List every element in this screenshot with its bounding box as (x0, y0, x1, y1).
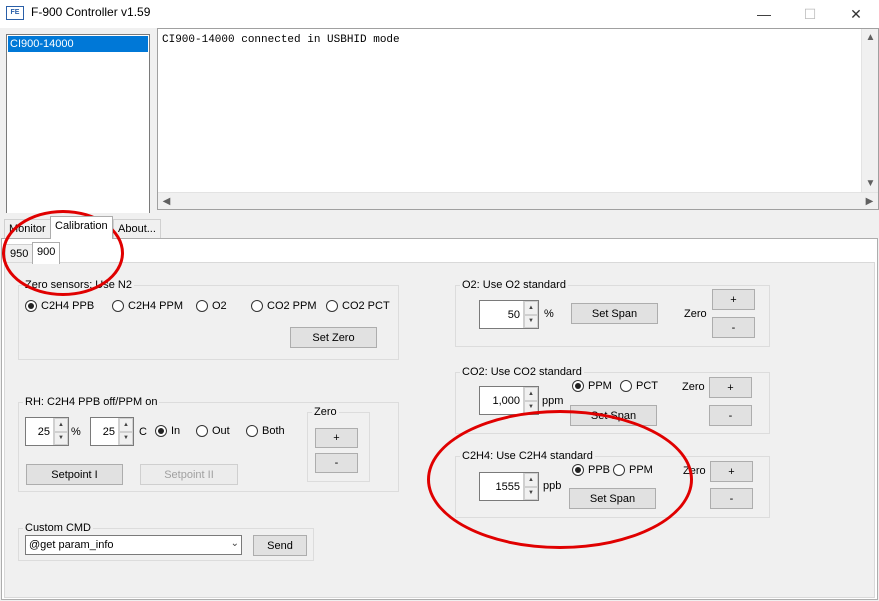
rh-zero-plus-button[interactable]: + (315, 428, 358, 448)
radio-rh-out[interactable]: Out (196, 425, 230, 437)
stepper-up-icon[interactable]: ▲ (524, 473, 538, 487)
setpoint-1-button[interactable]: Setpoint I (26, 464, 123, 485)
rh-zero-minus-button[interactable]: - (315, 453, 358, 473)
c2h4-zero-plus-button[interactable]: + (710, 461, 753, 482)
radio-co2-ppm[interactable]: CO2 PPM (251, 300, 317, 312)
o2-zero-minus-button[interactable]: - (712, 317, 755, 338)
c2h4-zero-minus-button[interactable]: - (710, 488, 753, 509)
vertical-scrollbar[interactable]: ▲ ▼ (861, 29, 878, 192)
temperature-unit: C (139, 426, 147, 438)
scroll-right-icon[interactable]: ▶ (861, 193, 878, 210)
c2h4-span-stepper[interactable]: 1555 ▲ ▼ (479, 472, 539, 501)
stepper-up-icon[interactable]: ▲ (54, 418, 68, 432)
window-title: F-900 Controller v1.59 (31, 5, 151, 19)
o2-title: O2: Use O2 standard (460, 279, 568, 291)
app-logo-icon: FE (6, 6, 24, 20)
chevron-down-icon[interactable]: ⌄ (231, 538, 239, 549)
maximize-button[interactable]: ☐ (787, 0, 833, 28)
rh-title: RH: C2H4 PPB off/PPM on (23, 396, 160, 408)
radio-o2[interactable]: O2 (196, 300, 227, 312)
scroll-up-icon[interactable]: ▲ (862, 29, 879, 46)
setpoint-2-button[interactable]: Setpoint II (140, 464, 238, 485)
send-button[interactable]: Send (253, 535, 307, 556)
subtab-950[interactable]: 950 (5, 244, 34, 264)
custom-cmd-value: @get param_info (29, 539, 114, 551)
rh-zero-title: Zero (312, 406, 339, 418)
radio-co2-pct-span[interactable]: PCT (620, 380, 658, 392)
c2h4-zero-label: Zero (683, 465, 706, 477)
minimize-button[interactable]: — (741, 0, 787, 28)
set-zero-button[interactable]: Set Zero (290, 327, 377, 348)
subtab-900[interactable]: 900 (32, 242, 61, 264)
co2-title: CO2: Use CO2 standard (460, 366, 584, 378)
custom-cmd-combobox[interactable]: @get param_info ⌄ (25, 535, 242, 555)
o2-zero-label: Zero (684, 308, 707, 320)
radio-c2h4-ppm-span[interactable]: PPM (613, 464, 653, 476)
title-bar: FE F-900 Controller v1.59 — ☐ ✕ (0, 0, 879, 28)
humidity-unit: % (71, 426, 81, 438)
stepper-up-icon[interactable]: ▲ (524, 387, 538, 401)
humidity-stepper[interactable]: 25 ▲ ▼ (25, 417, 69, 446)
scroll-down-icon[interactable]: ▼ (862, 175, 879, 192)
radio-c2h4-ppb[interactable]: C2H4 PPB (25, 300, 94, 312)
co2-zero-plus-button[interactable]: + (709, 377, 752, 398)
zero-sensors-group: Zero sensors: Use N2 (18, 279, 399, 360)
temperature-stepper[interactable]: 25 ▲ ▼ (90, 417, 134, 446)
device-list-item[interactable]: CI900-14000 (8, 36, 148, 52)
o2-unit: % (544, 308, 554, 320)
scroll-left-icon[interactable]: ◀ (158, 193, 175, 210)
zero-sensors-title: Zero sensors: Use N2 (23, 279, 134, 291)
c2h4-unit: ppb (543, 480, 562, 492)
device-list[interactable]: CI900-14000 (6, 34, 150, 214)
tab-calibration[interactable]: Calibration (50, 216, 113, 239)
tab-about[interactable]: About... (113, 219, 161, 239)
stepper-down-icon[interactable]: ▼ (524, 314, 538, 328)
stepper-down-icon[interactable]: ▼ (524, 400, 538, 414)
tab-monitor[interactable]: Monitor (4, 219, 51, 239)
co2-zero-minus-button[interactable]: - (709, 405, 752, 426)
log-text: CI900-14000 connected in USBHID mode (162, 34, 400, 46)
stepper-up-icon[interactable]: ▲ (119, 418, 133, 432)
o2-span-stepper[interactable]: 50 ▲ ▼ (479, 300, 539, 329)
co2-set-span-button[interactable]: Set Span (570, 405, 657, 426)
log-box[interactable]: CI900-14000 connected in USBHID mode ▲ ▼… (157, 28, 879, 210)
radio-co2-ppm-span[interactable]: PPM (572, 380, 612, 392)
custom-cmd-title: Custom CMD (23, 522, 94, 534)
close-button[interactable]: ✕ (833, 0, 879, 28)
radio-rh-in[interactable]: In (155, 425, 180, 437)
stepper-down-icon[interactable]: ▼ (119, 431, 133, 445)
radio-c2h4-ppb-span[interactable]: PPB (572, 464, 610, 476)
co2-unit: ppm (542, 395, 564, 407)
stepper-up-icon[interactable]: ▲ (524, 301, 538, 315)
radio-rh-both[interactable]: Both (246, 425, 285, 437)
horizontal-scrollbar[interactable]: ◀ ▶ (158, 192, 878, 209)
radio-c2h4-ppm[interactable]: C2H4 PPM (112, 300, 183, 312)
radio-co2-pct[interactable]: CO2 PCT (326, 300, 390, 312)
o2-set-span-button[interactable]: Set Span (571, 303, 658, 324)
co2-zero-label: Zero (682, 381, 705, 393)
c2h4-title: C2H4: Use C2H4 standard (460, 450, 595, 462)
o2-zero-plus-button[interactable]: + (712, 289, 755, 310)
stepper-down-icon[interactable]: ▼ (54, 431, 68, 445)
c2h4-set-span-button[interactable]: Set Span (569, 488, 656, 509)
stepper-down-icon[interactable]: ▼ (524, 486, 538, 500)
co2-span-stepper[interactable]: 1,000 ▲ ▼ (479, 386, 539, 415)
